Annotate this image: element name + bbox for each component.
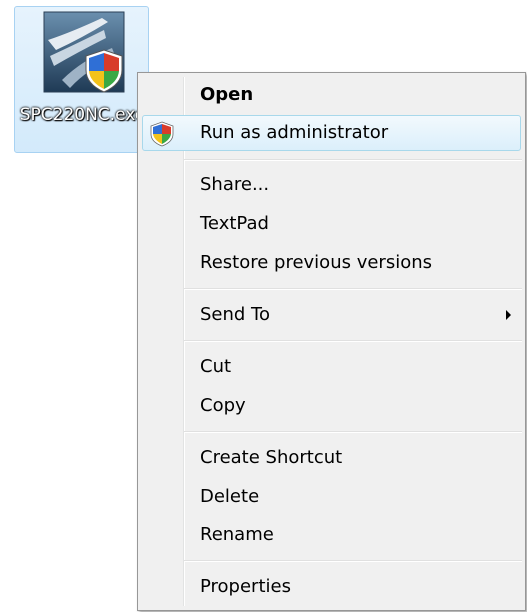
menu-item-label: Open — [200, 84, 254, 105]
desktop: SPC220NC.exe Open Run as administrator S… — [0, 0, 527, 612]
menu-item-label: TextPad — [200, 213, 269, 234]
menu-item-label: Send To — [200, 304, 271, 325]
menu-item-textpad[interactable]: TextPad — [142, 206, 521, 242]
desktop-file-item[interactable]: SPC220NC.exe — [14, 6, 149, 153]
menu-item-label: Share... — [200, 174, 270, 195]
menu-item-label: Rename — [200, 524, 274, 545]
menu-item-run-as-administrator[interactable]: Run as administrator — [142, 115, 521, 151]
menu-item-label: Run as administrator — [200, 122, 389, 143]
uac-shield-icon — [150, 121, 174, 147]
submenu-arrow-icon — [506, 310, 511, 320]
menu-separator — [184, 431, 522, 433]
menu-item-cut[interactable]: Cut — [142, 349, 521, 385]
menu-item-label: Copy — [200, 395, 246, 416]
menu-item-properties[interactable]: Properties — [142, 569, 521, 605]
context-menu: Open Run as administrator Share... TextP… — [137, 72, 526, 611]
menu-item-create-shortcut[interactable]: Create Shortcut — [142, 440, 521, 476]
menu-item-send-to[interactable]: Send To — [142, 297, 521, 333]
menu-separator — [184, 340, 522, 342]
menu-separator — [184, 159, 522, 161]
menu-item-label: Create Shortcut — [200, 447, 343, 468]
menu-item-delete[interactable]: Delete — [142, 479, 521, 515]
menu-item-rename[interactable]: Rename — [142, 517, 521, 553]
menu-separator — [184, 288, 522, 290]
menu-item-label: Properties — [200, 576, 291, 597]
menu-item-share[interactable]: Share... — [142, 167, 521, 203]
menu-separator — [184, 560, 522, 562]
menu-item-copy[interactable]: Copy — [142, 388, 521, 424]
menu-item-open[interactable]: Open — [142, 77, 521, 113]
menu-item-label: Cut — [200, 356, 232, 377]
menu-item-restore-previous-versions[interactable]: Restore previous versions — [142, 245, 521, 281]
file-name-label: SPC220NC.exe — [19, 105, 146, 125]
menu-item-label: Delete — [200, 486, 260, 507]
exe-icon — [43, 11, 125, 93]
menu-item-label: Restore previous versions — [200, 252, 433, 273]
